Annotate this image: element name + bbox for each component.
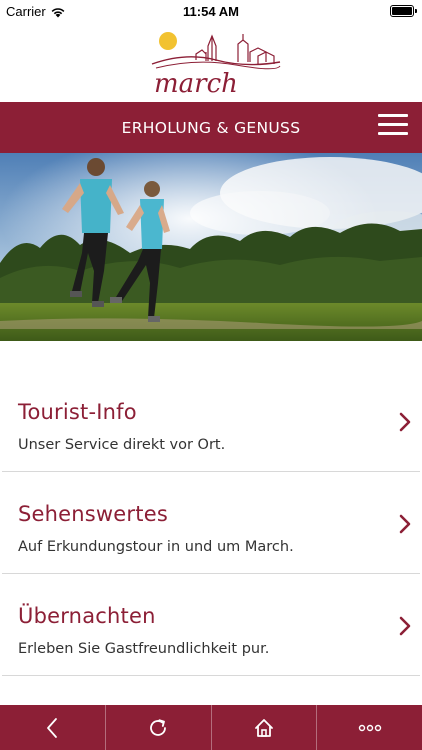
march-logo[interactable]: march [146,28,282,98]
hero-image [0,153,422,341]
page-title: ERHOLUNG & GENUSS [121,118,301,137]
back-icon [47,717,58,738]
list-item-tourist-info[interactable]: Tourist-Info Unser Service direkt vor Or… [2,370,420,472]
back-button[interactable] [0,705,106,750]
status-bar: Carrier 11:54 AM [0,0,422,22]
status-time: 11:54 AM [183,4,239,19]
list-item-subtitle: Auf Erkundungstour in und um March. [18,539,294,555]
hamburger-menu-button[interactable] [378,114,408,140]
battery-icon [390,5,417,17]
list-item-title: Sehenswertes [18,502,168,526]
more-button[interactable] [317,705,422,750]
menu-list: Tourist-Info Unser Service direkt vor Or… [0,370,422,676]
list-item-title: Übernachten [18,604,156,628]
reload-icon [150,718,167,736]
list-item-subtitle: Erleben Sie Gastfreundlichkeit pur. [18,641,270,657]
home-button[interactable] [212,705,318,750]
logo-header: march [0,22,422,102]
more-icon [358,724,381,731]
navigation-bar: ERHOLUNG & GENUSS [0,102,422,153]
list-item-uebernachten[interactable]: Übernachten Erleben Sie Gastfreundlichke… [2,574,420,676]
reload-button[interactable] [106,705,212,750]
svg-text:march: march [154,69,238,98]
bottom-toolbar [0,705,422,750]
home-icon [254,718,273,737]
list-item-sehenswertes[interactable]: Sehenswertes Auf Erkundungstour in und u… [2,472,420,574]
list-item-title: Tourist-Info [18,400,137,424]
chevron-right-icon [399,514,411,534]
list-item-subtitle: Unser Service direkt vor Ort. [18,437,226,453]
chevron-right-icon [399,412,411,432]
menu-icon [378,114,408,117]
chevron-right-icon [399,616,411,636]
